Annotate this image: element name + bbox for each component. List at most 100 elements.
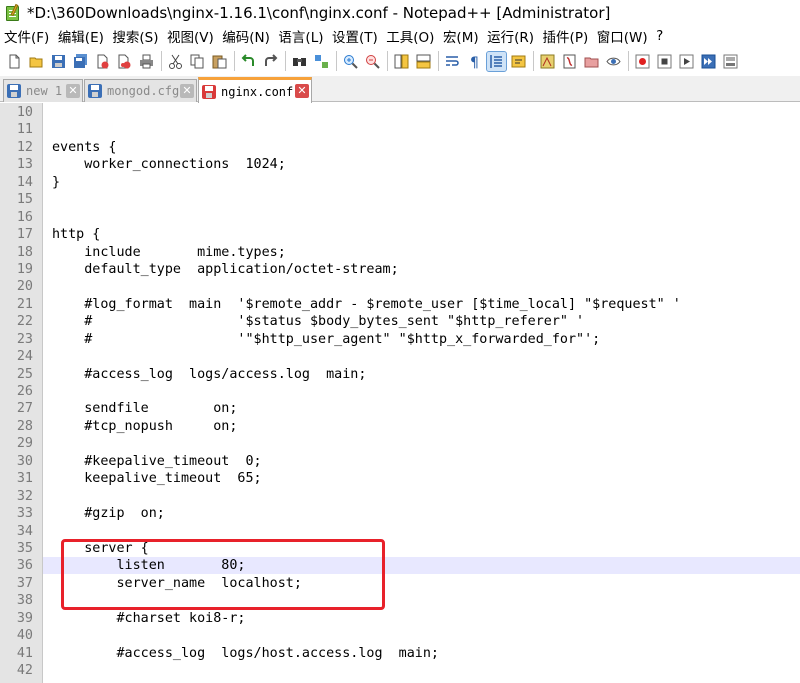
print-icon[interactable] — [137, 52, 156, 71]
line-number: 20 — [16, 279, 33, 295]
redo-icon[interactable] — [261, 52, 280, 71]
menu-help[interactable]: ? — [656, 28, 663, 44]
close-all-icon[interactable] — [115, 52, 134, 71]
line-number: 32 — [16, 488, 33, 504]
play-macro-icon[interactable] — [677, 52, 696, 71]
new-file-icon[interactable] — [5, 52, 24, 71]
save-icon[interactable] — [49, 52, 68, 71]
code-line[interactable]: # '"$http_user_agent" "$http_x_forwarded… — [52, 331, 800, 348]
line-number: 19 — [16, 261, 33, 277]
undo-icon[interactable] — [239, 52, 258, 71]
tab-new-1[interactable]: new 1 ✕ — [3, 79, 83, 102]
menu-language[interactable]: 语言(L) — [278, 26, 323, 46]
zoom-in-icon[interactable] — [341, 52, 360, 71]
code-line[interactable] — [52, 121, 800, 138]
indent-guide-icon[interactable] — [486, 50, 507, 72]
function-list-icon[interactable] — [560, 52, 579, 71]
copy-icon[interactable] — [188, 52, 207, 71]
code-line[interactable] — [52, 191, 800, 208]
run-macro-multiple-icon[interactable] — [699, 52, 718, 71]
find-icon[interactable] — [290, 52, 309, 71]
line-number: 16 — [16, 209, 33, 225]
code-line[interactable] — [52, 523, 800, 540]
code-line[interactable] — [52, 662, 800, 679]
code-line[interactable] — [52, 104, 800, 121]
line-number: 22 — [16, 314, 33, 330]
code-line[interactable]: events { — [52, 139, 800, 156]
save-all-icon[interactable] — [71, 52, 90, 71]
svg-text:¶: ¶ — [470, 55, 479, 69]
monitoring-eye-icon[interactable] — [604, 52, 623, 71]
code-line[interactable] — [52, 278, 800, 295]
record-macro-icon[interactable] — [633, 52, 652, 71]
code-line[interactable] — [52, 488, 800, 505]
code-line[interactable]: #tcp_nopush on; — [52, 418, 800, 435]
close-file-icon[interactable] — [93, 52, 112, 71]
close-icon[interactable]: ✕ — [295, 84, 309, 98]
line-number: 23 — [16, 331, 33, 347]
menu-file[interactable]: 文件(F) — [4, 26, 49, 46]
tab-mongod-cfg[interactable]: mongod.cfg ✕ — [84, 79, 197, 102]
code-line[interactable]: http { — [52, 226, 800, 243]
doc-map-icon[interactable] — [538, 52, 557, 71]
line-number: 34 — [16, 523, 33, 539]
menu-view[interactable]: 视图(V) — [167, 26, 214, 46]
notepadpp-app-icon — [5, 3, 21, 22]
line-number: 30 — [16, 453, 33, 469]
menu-encoding[interactable]: 编码(N) — [222, 26, 270, 46]
code-line[interactable]: #gzip on; — [52, 505, 800, 522]
tab-label: new 1 — [26, 84, 63, 98]
tab-nginx-conf[interactable]: nginx.conf ✕ — [198, 77, 312, 103]
line-number: 17 — [16, 227, 33, 243]
menu-search[interactable]: 搜索(S) — [112, 26, 158, 46]
code-line[interactable]: worker_connections 1024; — [52, 156, 800, 173]
code-line[interactable]: #charset koi8-r; — [52, 610, 800, 627]
paste-icon[interactable] — [210, 52, 229, 71]
line-number: 27 — [16, 401, 33, 417]
menu-macro[interactable]: 宏(M) — [443, 26, 479, 46]
menu-window[interactable]: 窗口(W) — [597, 26, 648, 46]
zoom-out-icon[interactable] — [363, 52, 382, 71]
code-line[interactable]: #access_log logs/access.log main; — [52, 366, 800, 383]
stop-record-icon[interactable] — [655, 52, 674, 71]
code-line[interactable] — [52, 383, 800, 400]
code-line[interactable]: #keepalive_timeout 0; — [52, 453, 800, 470]
line-number: 37 — [16, 575, 33, 591]
code-line[interactable]: #access_log logs/host.access.log main; — [52, 645, 800, 662]
save-macro-icon[interactable] — [721, 52, 740, 71]
toolbar-separator — [628, 51, 629, 71]
line-number: 25 — [16, 366, 33, 382]
replace-icon[interactable] — [312, 52, 331, 71]
code-line[interactable]: sendfile on; — [52, 400, 800, 417]
toolbar: ¶ — [0, 47, 800, 75]
code-line[interactable] — [52, 209, 800, 226]
sync-horizontal-icon[interactable] — [414, 52, 433, 71]
code-line[interactable]: keepalive_timeout 65; — [52, 470, 800, 487]
line-number: 35 — [16, 540, 33, 556]
line-number: 15 — [16, 192, 33, 208]
word-wrap-icon[interactable] — [443, 52, 462, 71]
code-line[interactable]: default_type application/octet-stream; — [52, 261, 800, 278]
code-line[interactable] — [52, 348, 800, 365]
code-line[interactable] — [52, 627, 800, 644]
cut-icon[interactable] — [166, 52, 185, 71]
code-line[interactable]: #log_format main '$remote_addr - $remote… — [52, 296, 800, 313]
code-line[interactable]: # '$status $body_bytes_sent "$http_refer… — [52, 313, 800, 330]
close-icon[interactable]: ✕ — [180, 84, 194, 98]
code-line[interactable]: } — [52, 174, 800, 191]
menu-plugins[interactable]: 插件(P) — [543, 26, 589, 46]
code-line[interactable] — [52, 435, 800, 452]
menu-settings[interactable]: 设置(T) — [332, 26, 378, 46]
folder-workspace-icon[interactable] — [582, 52, 601, 71]
close-icon[interactable]: ✕ — [66, 84, 80, 98]
line-number: 41 — [16, 645, 33, 661]
code-line[interactable]: include mime.types; — [52, 244, 800, 261]
line-number: 39 — [16, 610, 33, 626]
sync-vertical-icon[interactable] — [392, 52, 411, 71]
open-file-icon[interactable] — [27, 52, 46, 71]
menu-run[interactable]: 运行(R) — [487, 26, 534, 46]
menu-tools[interactable]: 工具(O) — [386, 26, 434, 46]
user-language-icon[interactable] — [509, 52, 528, 71]
menu-edit[interactable]: 编辑(E) — [58, 26, 104, 46]
show-all-chars-icon[interactable]: ¶ — [465, 52, 484, 71]
